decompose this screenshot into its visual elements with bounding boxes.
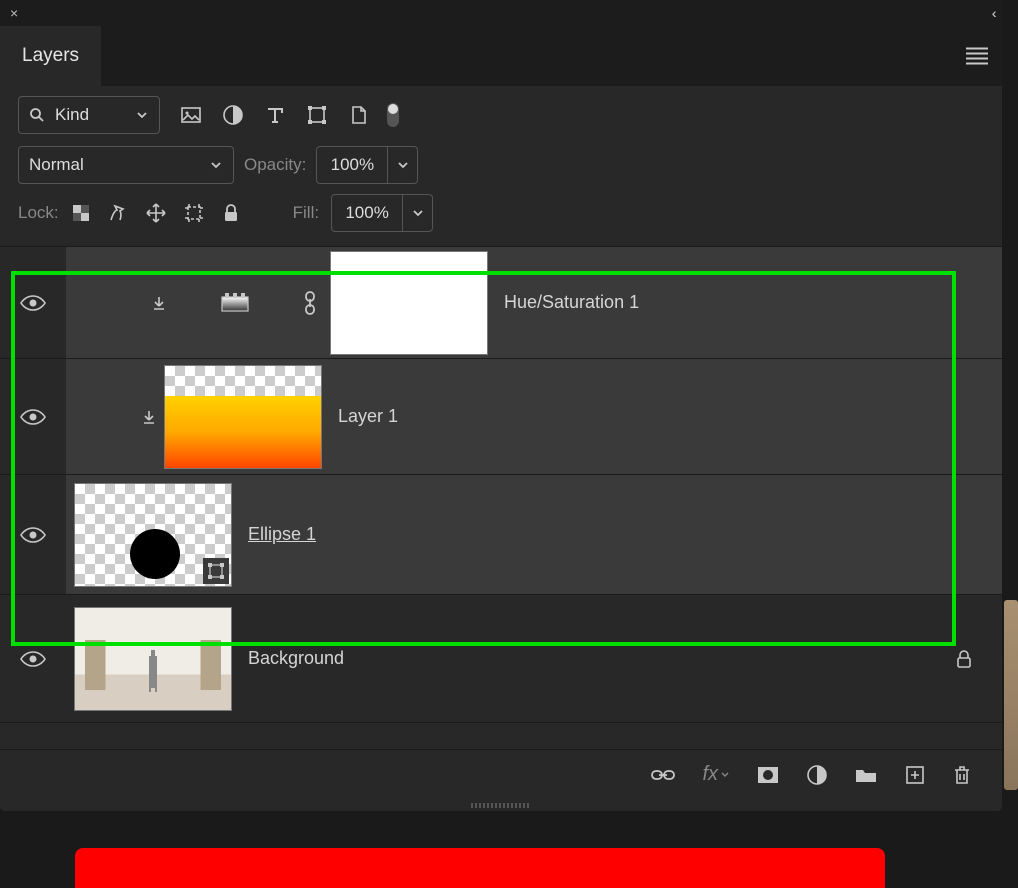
layer-thumbnail[interactable] [74,483,232,587]
lock-all-icon[interactable] [221,203,241,223]
filter-pixel-icon[interactable] [180,104,202,126]
layer-row[interactable]: Layer 1 [0,359,1002,475]
layer-row[interactable]: Background [0,595,1002,723]
layer-mask-thumbnail[interactable] [330,251,488,355]
fill-dropdown-button[interactable] [403,194,433,232]
chevron-down-icon [135,108,149,122]
link-layers-icon[interactable] [650,766,676,784]
layer-thumbnail[interactable] [74,607,232,711]
layer-link-icon [290,290,330,316]
clip-down-icon [134,409,164,425]
fill-value: 100% [345,203,388,223]
close-icon[interactable]: × [10,6,18,20]
layer-row[interactable]: Ellipse 1 [0,475,1002,595]
panel-resize-grip[interactable] [0,799,1002,811]
blend-mode-select[interactable]: Normal [18,146,234,184]
layer-row[interactable]: Hue/Saturation 1 [0,247,1002,359]
fill-value-input[interactable]: 100% [331,194,403,232]
lock-artboard-icon[interactable] [183,202,205,224]
canvas-red-object [75,848,885,888]
visibility-icon[interactable] [20,408,46,426]
blend-mode-value: Normal [29,155,84,175]
layer-fx-icon[interactable]: fx [702,763,730,786]
filter-type-icon[interactable] [264,104,286,126]
fill-label: Fill: [293,203,319,223]
fx-label: fx [702,763,718,786]
add-mask-icon[interactable] [756,765,780,785]
filter-kind-label: Kind [55,105,89,125]
filter-row: Kind [0,86,1002,142]
opacity-value: 100% [331,155,374,175]
layer-name[interactable]: Hue/Saturation 1 [504,292,639,313]
delete-layer-icon[interactable] [952,764,972,786]
adjustment-hsl-icon [210,291,260,315]
layer-name[interactable]: Ellipse 1 [248,524,316,545]
chevron-down-icon [396,158,410,172]
blend-row: Normal Opacity: 100% [0,142,1002,188]
lock-position-icon[interactable] [145,202,167,224]
lock-transparency-icon[interactable] [71,203,91,223]
clip-down-icon [144,295,174,311]
layers-bottom-toolbar: fx [0,749,1002,799]
search-icon [29,107,45,123]
filter-kind-select[interactable]: Kind [18,96,160,134]
lock-icon [954,649,974,669]
visibility-icon[interactable] [20,650,46,668]
tab-layers[interactable]: Layers [0,26,101,86]
lock-label: Lock: [18,203,59,223]
new-group-icon[interactable] [854,765,878,785]
filter-shape-icon[interactable] [306,104,328,126]
layer-thumbnail[interactable] [164,365,322,469]
panel-titlebar: × ‹‹ [0,0,1002,26]
new-adjustment-icon[interactable] [806,764,828,786]
lock-row: Lock: Fill: 100% [0,188,1002,247]
panel-tabbar: Layers [0,26,1002,86]
layer-name[interactable]: Background [248,648,344,669]
chevron-down-icon [411,206,425,220]
filter-toggle-icon[interactable] [384,100,402,130]
new-layer-icon[interactable] [904,764,926,786]
lock-image-icon[interactable] [107,202,129,224]
panel-menu-icon[interactable] [966,45,988,68]
filter-adjustment-icon[interactable] [222,104,244,126]
chevron-down-icon [209,158,223,172]
visibility-icon[interactable] [20,294,46,312]
opacity-value-input[interactable]: 100% [316,146,388,184]
canvas-edge [1004,600,1018,790]
visibility-icon[interactable] [20,526,46,544]
vector-badge-icon [203,558,229,584]
opacity-label: Opacity: [244,155,306,175]
layers-panel: × ‹‹ Layers Kind [0,0,1002,811]
opacity-dropdown-button[interactable] [388,146,418,184]
filter-smartobject-icon[interactable] [348,104,370,126]
layer-list: Hue/Saturation 1 Layer 1 [0,247,1002,723]
layer-name[interactable]: Layer 1 [338,406,398,427]
